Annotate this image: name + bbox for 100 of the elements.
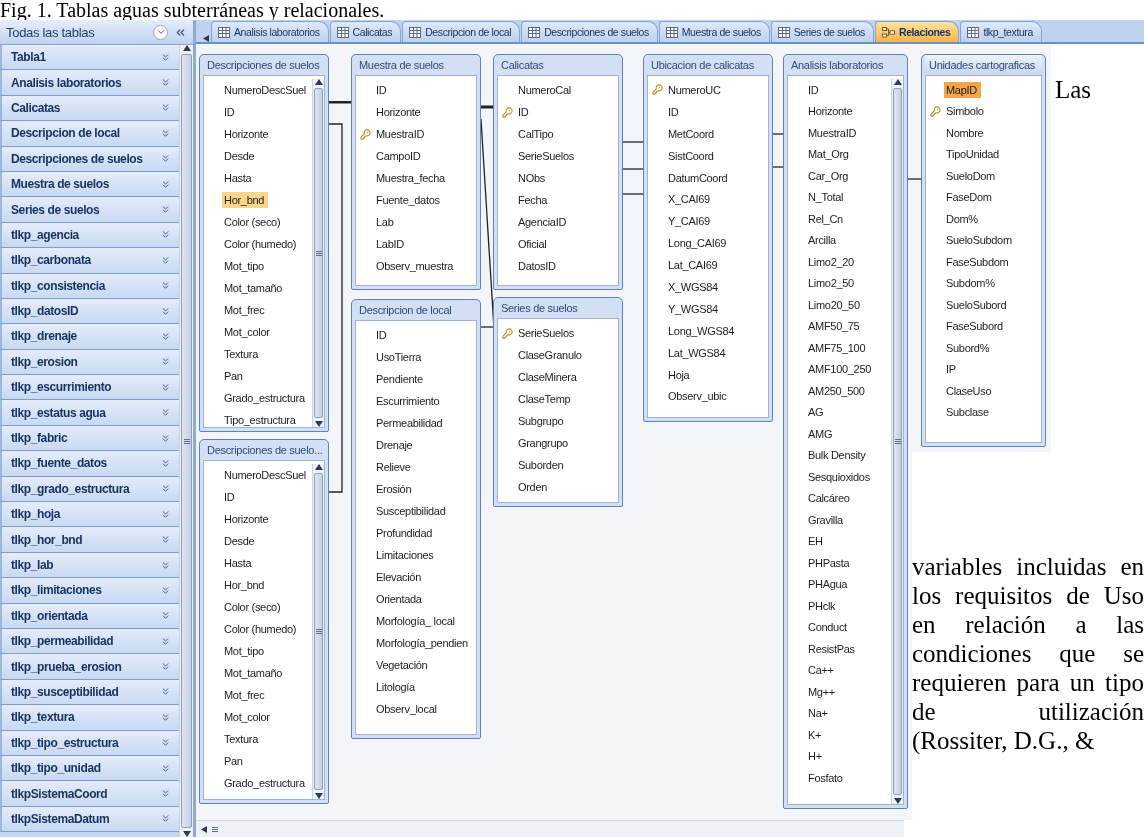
field-name[interactable]: Textura <box>222 731 262 747</box>
field-name[interactable]: Morfología_pendien <box>374 635 472 651</box>
field-name[interactable]: Subdom% <box>944 275 999 292</box>
table-window[interactable]: Calicatas NumeroCal ID CalTipo SerieSuelos NObs Fecha AgenciaID Oficial DatosID <box>493 54 623 290</box>
field-name[interactable]: Oficial <box>516 236 551 252</box>
field-name[interactable]: K+ <box>806 726 826 743</box>
field-name[interactable]: Mg++ <box>806 683 839 700</box>
field-name[interactable]: Na+ <box>806 705 832 722</box>
field-name[interactable]: Pan <box>222 753 247 769</box>
field-name[interactable]: Ca++ <box>806 662 838 679</box>
field-name[interactable]: ClaseMinera <box>516 369 581 385</box>
document-tab[interactable]: Descripciones de suelos <box>521 21 658 42</box>
field-name[interactable]: Pendiente <box>374 371 427 387</box>
table-item[interactable]: tlkp_consistencia <box>0 273 180 299</box>
grip-icon[interactable] <box>315 629 322 634</box>
field-name[interactable]: N_Total <box>806 189 848 206</box>
table-item[interactable]: tlkp_permeabilidad <box>0 629 180 655</box>
field-name[interactable]: Conduct <box>806 619 851 636</box>
field-name[interactable]: Color (seco) <box>222 214 285 230</box>
scrollbar[interactable] <box>891 79 903 804</box>
field-name[interactable]: Tipo_estructura <box>222 412 300 428</box>
scroll-down-icon[interactable] <box>314 792 323 799</box>
field-name[interactable]: Escurrimiento <box>374 393 444 409</box>
field-name[interactable]: PHclk <box>806 597 840 614</box>
scroll-left-icon[interactable] <box>200 825 208 833</box>
field-name[interactable]: ID <box>374 327 391 343</box>
field-name[interactable]: Lab <box>374 214 398 230</box>
field-name[interactable]: X_WGS84 <box>666 278 722 295</box>
field-name[interactable]: PHPasta <box>806 554 854 571</box>
field-name[interactable]: SueloSubdom <box>944 232 1016 249</box>
table-window[interactable]: Muestra de suelos ID Horizonte MuestraID CampoID Muestra_fecha Fuente_datos Lab LabID Observ_muestra <box>351 54 481 290</box>
field-name[interactable]: Mot_color <box>222 324 274 340</box>
field-name[interactable]: Gravilla <box>806 511 847 528</box>
field-name[interactable]: Drenaje <box>374 437 417 453</box>
grip-icon[interactable] <box>315 250 322 256</box>
grip-icon[interactable] <box>894 439 901 444</box>
field-name[interactable]: Horizonte <box>222 126 273 142</box>
field-name[interactable]: Grangrupo <box>516 435 572 451</box>
field-name[interactable]: Relieve <box>374 459 415 475</box>
field-name[interactable]: Y_WGS84 <box>666 300 722 317</box>
scroll-up-icon[interactable] <box>893 79 902 86</box>
field-name[interactable]: Litología <box>374 679 419 695</box>
table-item[interactable]: tlkpSistemaDatum <box>0 806 180 833</box>
field-name[interactable]: Subgrupo <box>516 413 568 429</box>
document-tab[interactable]: Calicatas <box>329 21 402 42</box>
field-name[interactable]: Long_WGS84 <box>666 322 739 339</box>
field-name[interactable]: Hor_bnd <box>222 577 269 593</box>
table-window[interactable] <box>783 54 908 809</box>
scroll-down-icon[interactable] <box>182 830 191 837</box>
grip-icon[interactable] <box>212 826 218 832</box>
field-name[interactable]: ID <box>222 489 239 505</box>
field-name[interactable]: Grado_estructura <box>222 775 309 791</box>
scroll-up-icon[interactable] <box>314 464 323 471</box>
field-name[interactable]: NumeroUC <box>666 81 725 98</box>
field-name[interactable]: Observ_ubic <box>666 388 731 405</box>
field-name[interactable]: Limo2_50 <box>806 275 858 292</box>
field-name[interactable]: Lat_CAI69 <box>666 257 722 274</box>
table-window[interactable]: Ubicacion de calicatas NumeroUC ID MetCoord SistCoord DatumCoord X_CAI69 Y_CAI69 Long_CAI69 Lat_CAI69 X_WGS84 Y_WGS84 Long_WGS84 Lat_WGS84 Hoja Observ_ubic <box>643 54 773 422</box>
field-name[interactable]: Mot_tamaño <box>222 665 287 681</box>
field-name[interactable]: DatosID <box>516 258 560 274</box>
table-item[interactable]: tlkp_fabric <box>0 425 180 452</box>
table-item[interactable]: tlkp_carbonata <box>0 248 180 274</box>
document-tab[interactable]: tlkp_textura <box>960 21 1042 42</box>
table-item[interactable]: Descripciones de suelos <box>0 146 180 172</box>
field-name[interactable]: CampoID <box>374 148 425 164</box>
table-item[interactable]: tlkp_fuente_datos <box>0 451 180 477</box>
field-name[interactable]: Sesquioxidos <box>806 468 874 485</box>
table-item[interactable]: tlkp_hoja <box>0 502 180 528</box>
field-name[interactable]: NObs <box>516 170 549 186</box>
field-name[interactable]: ID <box>516 104 533 120</box>
field-name[interactable]: LabID <box>374 236 408 252</box>
field-name[interactable]: Orden <box>516 479 552 495</box>
field-name[interactable]: AMF75_100 <box>806 339 870 356</box>
table-item[interactable]: tlkp_limitaciones <box>0 578 180 604</box>
table-item[interactable]: tlkp_orientada <box>0 603 180 629</box>
field-name[interactable]: MuestraID <box>806 124 861 141</box>
field-name[interactable]: DatumCoord <box>666 169 732 186</box>
field-name[interactable]: Mot_tipo <box>222 258 268 274</box>
field-name[interactable]: Subord% <box>944 339 994 356</box>
field-name[interactable]: Elevación <box>374 569 425 585</box>
field-name[interactable]: PHAgua <box>806 576 852 593</box>
field-name[interactable]: UsoTierra <box>374 349 426 365</box>
table-item[interactable]: tlkp_datosID <box>0 298 180 325</box>
field-name[interactable]: Mot_frec <box>222 687 269 703</box>
field-name[interactable]: H+ <box>806 748 826 765</box>
field-name[interactable]: Mot_tipo <box>222 643 268 659</box>
field-name[interactable]: Color (seco) <box>222 599 285 615</box>
field-name[interactable]: Subclase <box>944 404 993 421</box>
field-name[interactable]: ID <box>666 103 683 120</box>
field-name[interactable]: SerieSuelos <box>516 325 578 341</box>
field-name[interactable]: Horizonte <box>806 103 857 120</box>
document-tab[interactable]: Relaciones <box>874 21 960 42</box>
field-name[interactable]: Lat_WGS84 <box>666 344 730 361</box>
field-name[interactable]: Fuente_datos <box>374 192 444 208</box>
table-item[interactable]: tlkp_agencia <box>0 222 180 249</box>
scroll-down-icon[interactable] <box>893 797 902 804</box>
field-name[interactable]: NumeroDescSuel <box>222 82 310 98</box>
field-name[interactable]: Calcáreo <box>806 490 854 507</box>
field-name[interactable]: ClaseGranulo <box>516 347 586 363</box>
field-name[interactable]: MapID <box>944 81 981 98</box>
